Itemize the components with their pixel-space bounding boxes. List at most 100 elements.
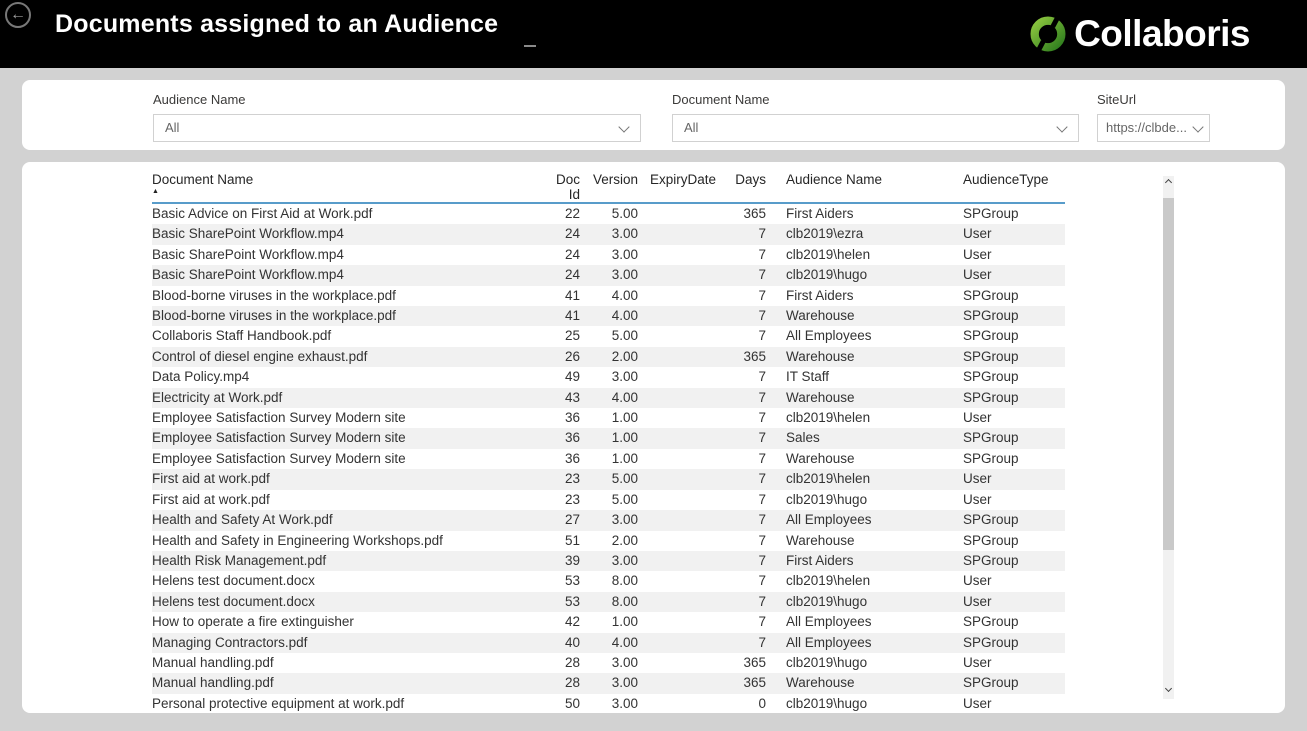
table-cell [640,531,718,551]
table-row[interactable]: How to operate a fire extinguisher421.00… [152,612,1065,632]
table-row[interactable]: Personal protective equipment at work.pd… [152,694,1065,713]
table-row[interactable]: First aid at work.pdf235.007clb2019\hugo… [152,490,1065,510]
table-cell: clb2019\hugo [768,694,945,713]
table-cell [640,449,718,469]
audience-name-dropdown-value: All [165,120,179,135]
collaboris-logo: Collaboris [1028,8,1250,60]
table-cell [640,245,718,265]
table-row[interactable]: Control of diesel engine exhaust.pdf262.… [152,347,1065,367]
table-row[interactable]: Basic SharePoint Workflow.mp4243.007clb2… [152,245,1065,265]
table-cell [640,224,718,244]
table-cell: 23 [542,469,582,489]
table-cell: Employee Satisfaction Survey Modern site [152,408,542,428]
scrollbar-thumb[interactable] [1163,198,1174,550]
table-cell: Blood-borne viruses in the workplace.pdf [152,306,542,326]
table-row[interactable]: Manual handling.pdf283.00365clb2019\hugo… [152,653,1065,673]
table-cell: SPGroup [945,306,1065,326]
table-cell: Warehouse [768,388,945,408]
table-cell: Control of diesel engine exhaust.pdf [152,347,542,367]
table-row[interactable]: Employee Satisfaction Survey Modern site… [152,408,1065,428]
table-cell: clb2019\helen [768,408,945,428]
document-name-dropdown[interactable]: All [672,114,1079,142]
table-cell: All Employees [768,633,945,653]
table-cell: 2.00 [582,347,640,367]
table-cell: 28 [542,653,582,673]
table-cell: 1.00 [582,612,640,632]
table-cell [640,694,718,713]
table-cell: 7 [718,571,768,591]
table-cell: Employee Satisfaction Survey Modern site [152,428,542,448]
sort-ascending-icon: ▲ [152,187,542,197]
scroll-up-icon[interactable] [1164,179,1171,186]
table-cell: SPGroup [945,388,1065,408]
table-row[interactable]: Data Policy.mp4493.007IT StaffSPGroup [152,367,1065,387]
filter-card: Audience Name All Document Name All Site… [22,80,1285,150]
table-row[interactable]: Blood-borne viruses in the workplace.pdf… [152,306,1065,326]
table-row[interactable]: Basic Advice on First Aid at Work.pdf225… [152,203,1065,224]
table-cell: SPGroup [945,673,1065,693]
table-cell [640,306,718,326]
table-cell: User [945,490,1065,510]
table-row[interactable]: Electricity at Work.pdf434.007WarehouseS… [152,388,1065,408]
table-cell: 365 [718,653,768,673]
scroll-down-icon[interactable] [1164,685,1171,692]
audience-name-dropdown[interactable]: All [153,114,641,142]
table-cell: Basic SharePoint Workflow.mp4 [152,245,542,265]
table-cell: SPGroup [945,203,1065,224]
table-row[interactable]: Employee Satisfaction Survey Modern site… [152,428,1065,448]
column-header-days[interactable]: Days [718,172,768,203]
column-header-document-name[interactable]: Document Name ▲ [152,172,542,203]
table-row[interactable]: First aid at work.pdf235.007clb2019\hele… [152,469,1065,489]
table-row[interactable]: Health and Safety in Engineering Worksho… [152,531,1065,551]
table-cell [640,592,718,612]
column-header-audience-type[interactable]: AudienceType [945,172,1065,203]
table-cell: 28 [542,673,582,693]
document-name-filter-label: Document Name [672,92,770,107]
table-row[interactable]: Basic SharePoint Workflow.mp4243.007clb2… [152,224,1065,244]
column-header-doc-id[interactable]: Doc Id [542,172,582,203]
table-row[interactable]: Helens test document.docx538.007clb2019\… [152,571,1065,591]
table-cell: clb2019\hugo [768,592,945,612]
table-cell: Manual handling.pdf [152,673,542,693]
table-row[interactable]: Blood-borne viruses in the workplace.pdf… [152,286,1065,306]
table-cell: User [945,592,1065,612]
table-cell: SPGroup [945,326,1065,346]
table-cell: SPGroup [945,510,1065,530]
table-row[interactable]: Manual handling.pdf283.00365WarehouseSPG… [152,673,1065,693]
table-header-row: Document Name ▲ Doc Id Version ExpiryDat… [152,172,1065,203]
table-row[interactable]: Basic SharePoint Workflow.mp4243.007clb2… [152,265,1065,285]
table-cell: User [945,469,1065,489]
table-cell: 365 [718,203,768,224]
column-header-version[interactable]: Version [582,172,640,203]
site-url-dropdown[interactable]: https://clbde... [1097,114,1210,142]
table-cell [640,612,718,632]
column-header-audience-name[interactable]: Audience Name [768,172,945,203]
table-cell: Basic Advice on First Aid at Work.pdf [152,203,542,224]
table-cell: 51 [542,531,582,551]
table-cell: SPGroup [945,367,1065,387]
table-cell: 5.00 [582,469,640,489]
table-cell: 7 [718,388,768,408]
table-row[interactable]: Employee Satisfaction Survey Modern site… [152,449,1065,469]
table-cell: 5.00 [582,203,640,224]
back-button[interactable]: ← [5,2,31,28]
table-row[interactable]: Helens test document.docx538.007clb2019\… [152,592,1065,612]
table-cell: 1.00 [582,428,640,448]
table-cell: Health Risk Management.pdf [152,551,542,571]
table-cell [640,367,718,387]
chevron-down-icon [1192,121,1203,132]
table-row[interactable]: Health and Safety At Work.pdf273.007All … [152,510,1065,530]
chevron-down-icon [1056,121,1067,132]
column-header-expiry-date[interactable]: ExpiryDate [640,172,718,203]
table-cell: 3.00 [582,265,640,285]
back-arrow-icon: ← [10,6,26,23]
table-cell: 40 [542,633,582,653]
table-cell [640,673,718,693]
table-row[interactable]: Managing Contractors.pdf404.007All Emplo… [152,633,1065,653]
table-row[interactable]: Health Risk Management.pdf393.007First A… [152,551,1065,571]
table-cell: All Employees [768,612,945,632]
vertical-scrollbar[interactable] [1163,176,1174,699]
table-cell: 43 [542,388,582,408]
table-cell: 36 [542,408,582,428]
table-row[interactable]: Collaboris Staff Handbook.pdf255.007All … [152,326,1065,346]
